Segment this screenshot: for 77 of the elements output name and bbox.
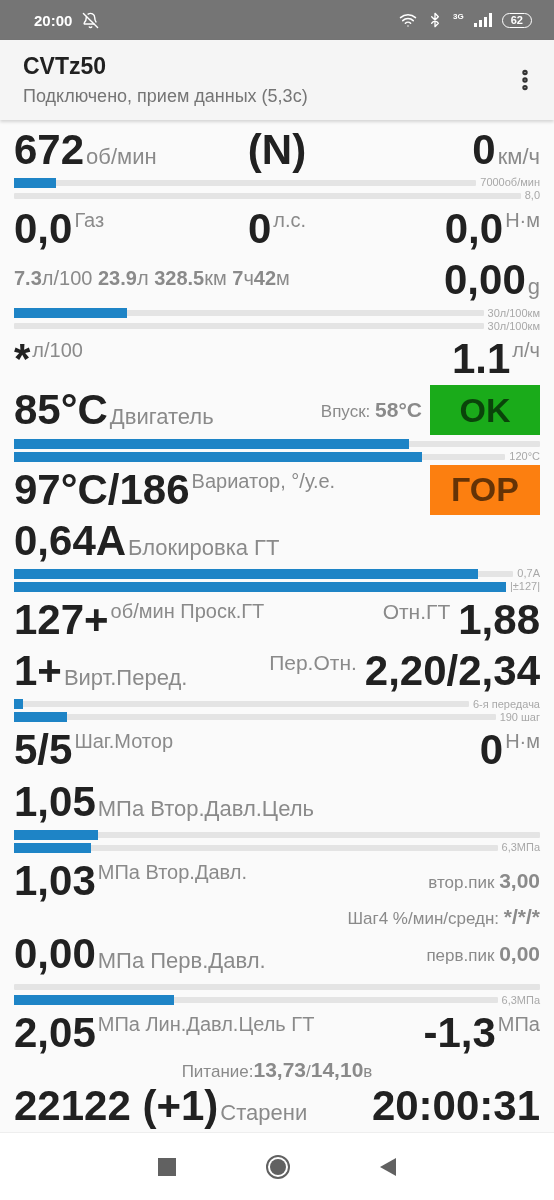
- bell-off-icon: [82, 11, 100, 29]
- status-badge: OK: [430, 385, 540, 436]
- unit-label: об/мин Проск.ГТ: [110, 600, 265, 623]
- bar-caption: 30л/100км: [487, 307, 540, 319]
- bar-caption: 6-я передача: [473, 698, 540, 710]
- unit-label: об/мин: [86, 143, 157, 170]
- unit-label: МПа Втор.Давл.Цель: [97, 795, 314, 822]
- reading-value: *: [14, 335, 31, 384]
- unit-label: л/ч: [512, 339, 540, 363]
- note-text: Шаг4 %/мин/средн: */*/*: [347, 905, 540, 930]
- reading-value: 1,88: [458, 596, 540, 644]
- unit-label: Старени: [220, 1100, 308, 1127]
- reading-value: 0,0: [14, 204, 73, 253]
- reading-value: 1,03: [14, 856, 96, 905]
- unit-label: МПа Втор.Давл.: [97, 860, 247, 884]
- reading-value: 2,20/2,34: [364, 647, 540, 696]
- unit-label: Вариатор, °/у.е.: [191, 469, 336, 493]
- reading-value: 0: [472, 125, 496, 174]
- reading-value: 672: [14, 125, 85, 174]
- bar-caption: 0,7A: [517, 568, 540, 580]
- reading-value: 1+: [14, 647, 62, 696]
- connection-status: Подключено, прием данных (5,3с): [23, 86, 309, 107]
- reading-value: 0,0: [444, 204, 504, 253]
- note-text: Впуск: 58°C: [320, 398, 422, 423]
- unit-label: л.с.: [273, 208, 307, 232]
- unit-label: МПа: [497, 1013, 540, 1037]
- app-title: CVTz50: [23, 53, 108, 80]
- unit-label: Двигатель: [109, 404, 214, 431]
- reading-value: 5/5: [14, 726, 73, 775]
- reading-value: 85°C: [14, 386, 108, 435]
- back-icon[interactable]: [380, 1157, 396, 1176]
- unit-label: Газ: [74, 208, 105, 232]
- bar-caption: 120°C: [509, 451, 540, 462]
- bar-caption: 7000об/мин: [480, 177, 540, 189]
- trip-summary: 7.3л/100 23.9л 328.5км 7ч42м: [14, 266, 290, 290]
- reading-value: 127+: [14, 596, 109, 644]
- reading-label: Пер.Отн.: [269, 651, 357, 676]
- reading-value: 0,00: [14, 930, 96, 979]
- unit-label: МПа Лин.Давл.Цель ГТ: [97, 1013, 315, 1037]
- unit-label: МПа Перв.Давл.: [97, 948, 266, 975]
- bar-caption: 8,0: [524, 190, 540, 202]
- clock: 20:00: [34, 11, 73, 29]
- status-badge: ГОР: [430, 464, 540, 515]
- bar-caption: 6,3МПа: [501, 842, 540, 854]
- reading-value: 97°C/186: [14, 465, 190, 514]
- unit-label: Н·м: [505, 208, 540, 232]
- reading-value: -1,3: [423, 1009, 496, 1058]
- unit-label: Шаг.Мотор: [74, 730, 173, 754]
- unit-label: Вирт.Перед.: [63, 665, 188, 692]
- reading-value: 20:00:31: [371, 1082, 540, 1131]
- note-text: Питание:13,73/14,10в: [181, 1057, 373, 1082]
- reading-value: 0: [479, 726, 504, 775]
- reading-value: 1.1: [451, 335, 511, 384]
- note-text: перв.пик 0,00: [426, 942, 540, 967]
- reading-value: 2,05: [14, 1009, 96, 1058]
- wifi-icon: [399, 11, 418, 29]
- unit-label: Н·м: [505, 730, 540, 754]
- unit-label: л/100: [32, 339, 83, 363]
- recents-icon[interactable]: [158, 1157, 176, 1176]
- reading-value: 1,05: [14, 777, 96, 826]
- network-type: 3G: [453, 12, 464, 21]
- bar-caption: 30л/100км: [487, 320, 540, 332]
- reading-value: 0,00: [444, 256, 526, 304]
- unit-label: g: [527, 274, 540, 300]
- reading-value: (N): [247, 125, 307, 174]
- reading-value: 22122 (+1): [14, 1082, 219, 1131]
- reading-value: 0,64A: [14, 516, 127, 565]
- reading-value: 0: [247, 204, 272, 253]
- bar-caption: |±127|: [509, 581, 540, 593]
- note-text: втор.пик 3,00: [428, 868, 540, 893]
- unit-label: км/ч: [497, 143, 540, 170]
- bar-caption: 190 шаг: [499, 711, 540, 723]
- bar-caption: 6,3МПа: [501, 994, 540, 1006]
- reading-label: Отн.ГТ: [382, 600, 451, 624]
- signal-icon: [473, 13, 492, 27]
- home-icon[interactable]: [266, 1154, 290, 1179]
- unit-label: Блокировка ГТ: [128, 534, 280, 561]
